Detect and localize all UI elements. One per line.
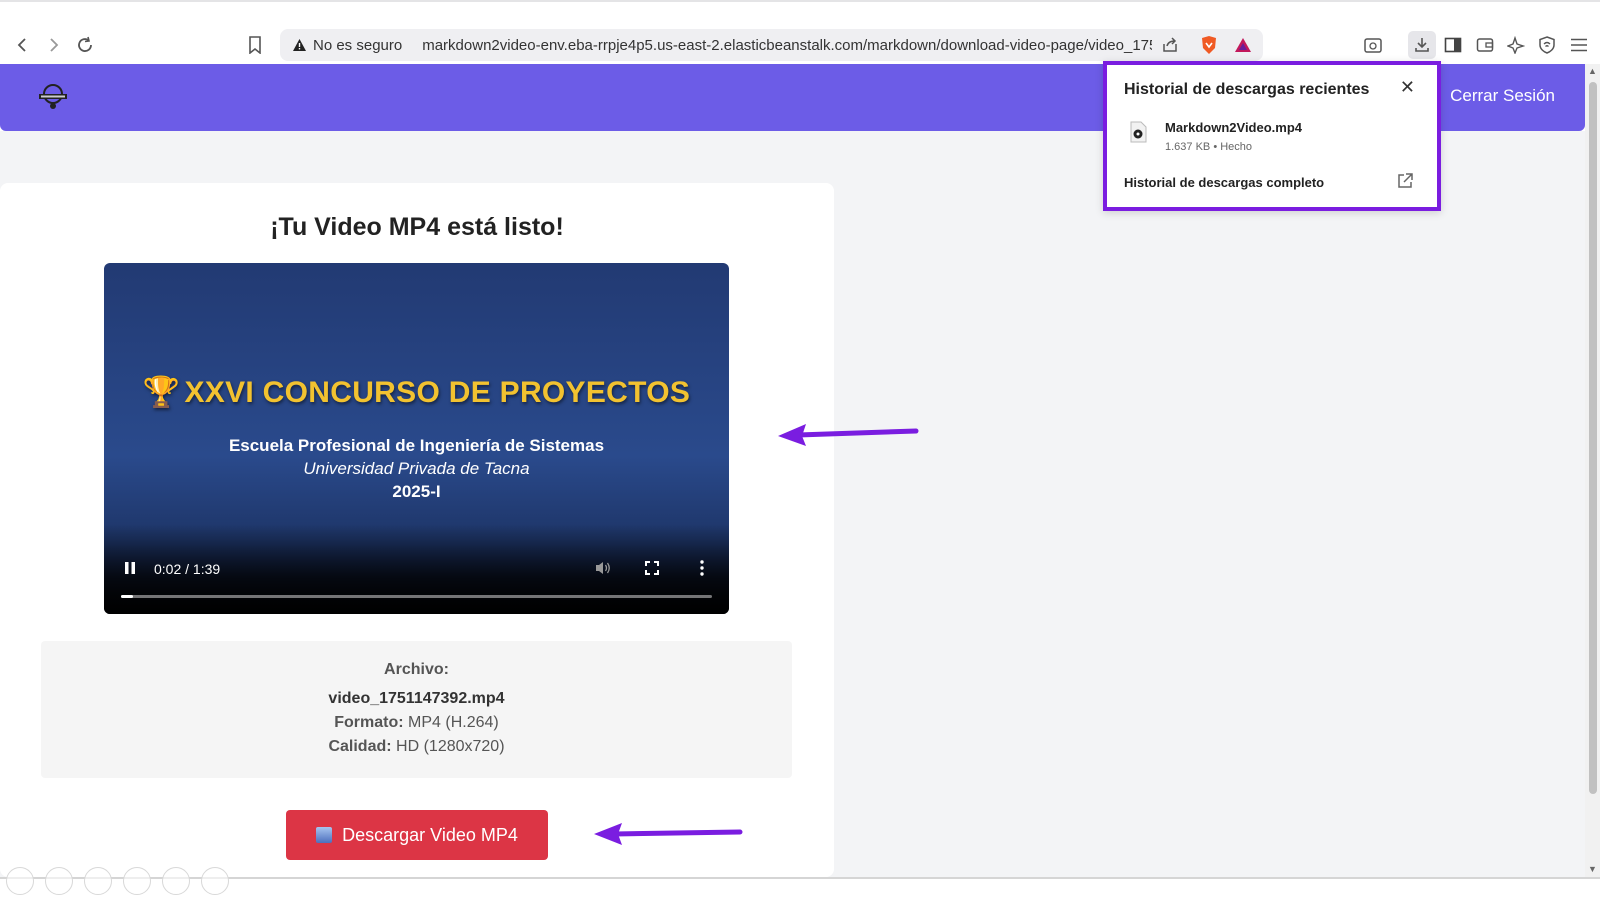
annotation-arrow-button [594, 823, 743, 845]
quality-label: Calidad: [328, 738, 392, 755]
file-label: Archivo: [384, 661, 449, 678]
pause-icon[interactable] [120, 558, 140, 578]
forward-icon[interactable] [40, 32, 66, 58]
site-logo[interactable] [34, 78, 72, 116]
page-title: ¡Tu Video MP4 está listo! [270, 213, 564, 241]
format-value: MP4 (H.264) [408, 714, 499, 731]
security-indicator[interactable]: No es seguro [280, 37, 402, 54]
menu-icon[interactable] [1566, 32, 1592, 58]
sidebar-icon[interactable] [1440, 32, 1466, 58]
format-row: Formato: MP4 (H.264) [41, 714, 792, 732]
share-icon[interactable] [1157, 32, 1183, 58]
overlay-next-icon[interactable] [45, 867, 73, 895]
leo-ai-icon[interactable] [1503, 32, 1529, 58]
url-text[interactable]: markdown2video-env.eba-rrpje4p5.us-east-… [422, 37, 1152, 54]
scrollbar-thumb[interactable] [1589, 82, 1597, 794]
close-icon[interactable]: ✕ [1400, 77, 1415, 98]
scroll-down-icon[interactable]: ▼ [1588, 864, 1597, 874]
format-label: Formato: [334, 714, 404, 731]
reload-icon[interactable] [72, 32, 98, 58]
volume-icon[interactable] [592, 558, 614, 578]
downloads-icon[interactable] [1408, 31, 1436, 59]
video-heading-text: XXVI CONCURSO DE PROYECTOS [184, 376, 691, 409]
overlay-zoom-icon[interactable] [162, 867, 190, 895]
downloads-popup: Historial de descargas recientes ✕ Markd… [1103, 61, 1441, 211]
downloads-popup-title: Historial de descargas recientes [1124, 81, 1370, 98]
video-heading: 🏆 XXVI CONCURSO DE PROYECTOS [104, 375, 729, 410]
security-label: No es seguro [313, 36, 403, 54]
address-bar[interactable]: No es seguro markdown2video-env.eba-rrpj… [280, 29, 1263, 61]
brave-rewards-icon[interactable] [1230, 32, 1256, 58]
video-ready-card: ¡Tu Video MP4 está listo! 🏆 XXVI CONCURSO… [0, 183, 834, 877]
video-controls: 0:02 / 1:39 [104, 524, 729, 614]
overlay-more-icon[interactable] [201, 867, 229, 895]
overlay-pen-icon[interactable] [84, 867, 112, 895]
warning-icon [293, 39, 306, 51]
download-item-meta: 1.637 KB • Hecho [1165, 141, 1253, 153]
wallet-icon[interactable] [1472, 32, 1498, 58]
video-file-icon [1130, 121, 1147, 143]
vpn-shield-icon[interactable] [1534, 32, 1560, 58]
bookmark-icon[interactable] [242, 32, 268, 58]
reader-mode-icon[interactable] [1360, 32, 1386, 58]
full-download-history-link[interactable]: Historial de descargas completo [1124, 175, 1324, 190]
video-school-line: Escuela Profesional de Ingeniería de Sis… [228, 436, 605, 455]
file-info-box: Archivo: video_1751147392.mp4 Formato: M… [41, 641, 792, 778]
overlay-prev-icon[interactable] [6, 867, 34, 895]
video-time: 0:02 / 1:39 [154, 561, 221, 577]
overlay-toolbar [6, 867, 229, 895]
logout-link[interactable]: Cerrar Sesión [1450, 86, 1555, 106]
trophy-icon: 🏆 [142, 376, 181, 409]
quality-row: Calidad: HD (1280x720) [41, 738, 792, 756]
quality-value: HD (1280x720) [396, 738, 505, 755]
video-progress-fill [121, 595, 133, 598]
back-icon[interactable] [10, 32, 36, 58]
page-scrollbar[interactable]: ▲ ▼ [1585, 64, 1600, 877]
brave-shield-icon[interactable] [1196, 32, 1222, 58]
video-progress-bar[interactable] [121, 595, 712, 598]
download-button-label: Descargar Video MP4 [342, 824, 518, 845]
annotation-arrow-video [778, 424, 919, 446]
video-term-line: 2025-I [392, 482, 441, 501]
video-university-line: Universidad Privada de Tacna [303, 459, 530, 478]
external-link-icon[interactable] [1395, 171, 1415, 191]
scroll-up-icon[interactable]: ▲ [1588, 66, 1597, 76]
file-name: video_1751147392.mp4 [328, 690, 505, 707]
page-bottom-edge [0, 877, 1600, 879]
download-book-icon [316, 827, 333, 843]
fullscreen-icon[interactable] [642, 558, 662, 578]
video-player[interactable]: 🏆 XXVI CONCURSO DE PROYECTOS Escuela Prof… [104, 263, 729, 614]
overlay-copy-icon[interactable] [123, 867, 151, 895]
download-item-name[interactable]: Markdown2Video.mp4 [1165, 120, 1302, 135]
browser-toolbar: No es seguro markdown2video-env.eba-rrpj… [0, 0, 1600, 63]
more-options-icon[interactable] [692, 558, 712, 578]
download-video-button[interactable]: Descargar Video MP4 [286, 810, 548, 860]
